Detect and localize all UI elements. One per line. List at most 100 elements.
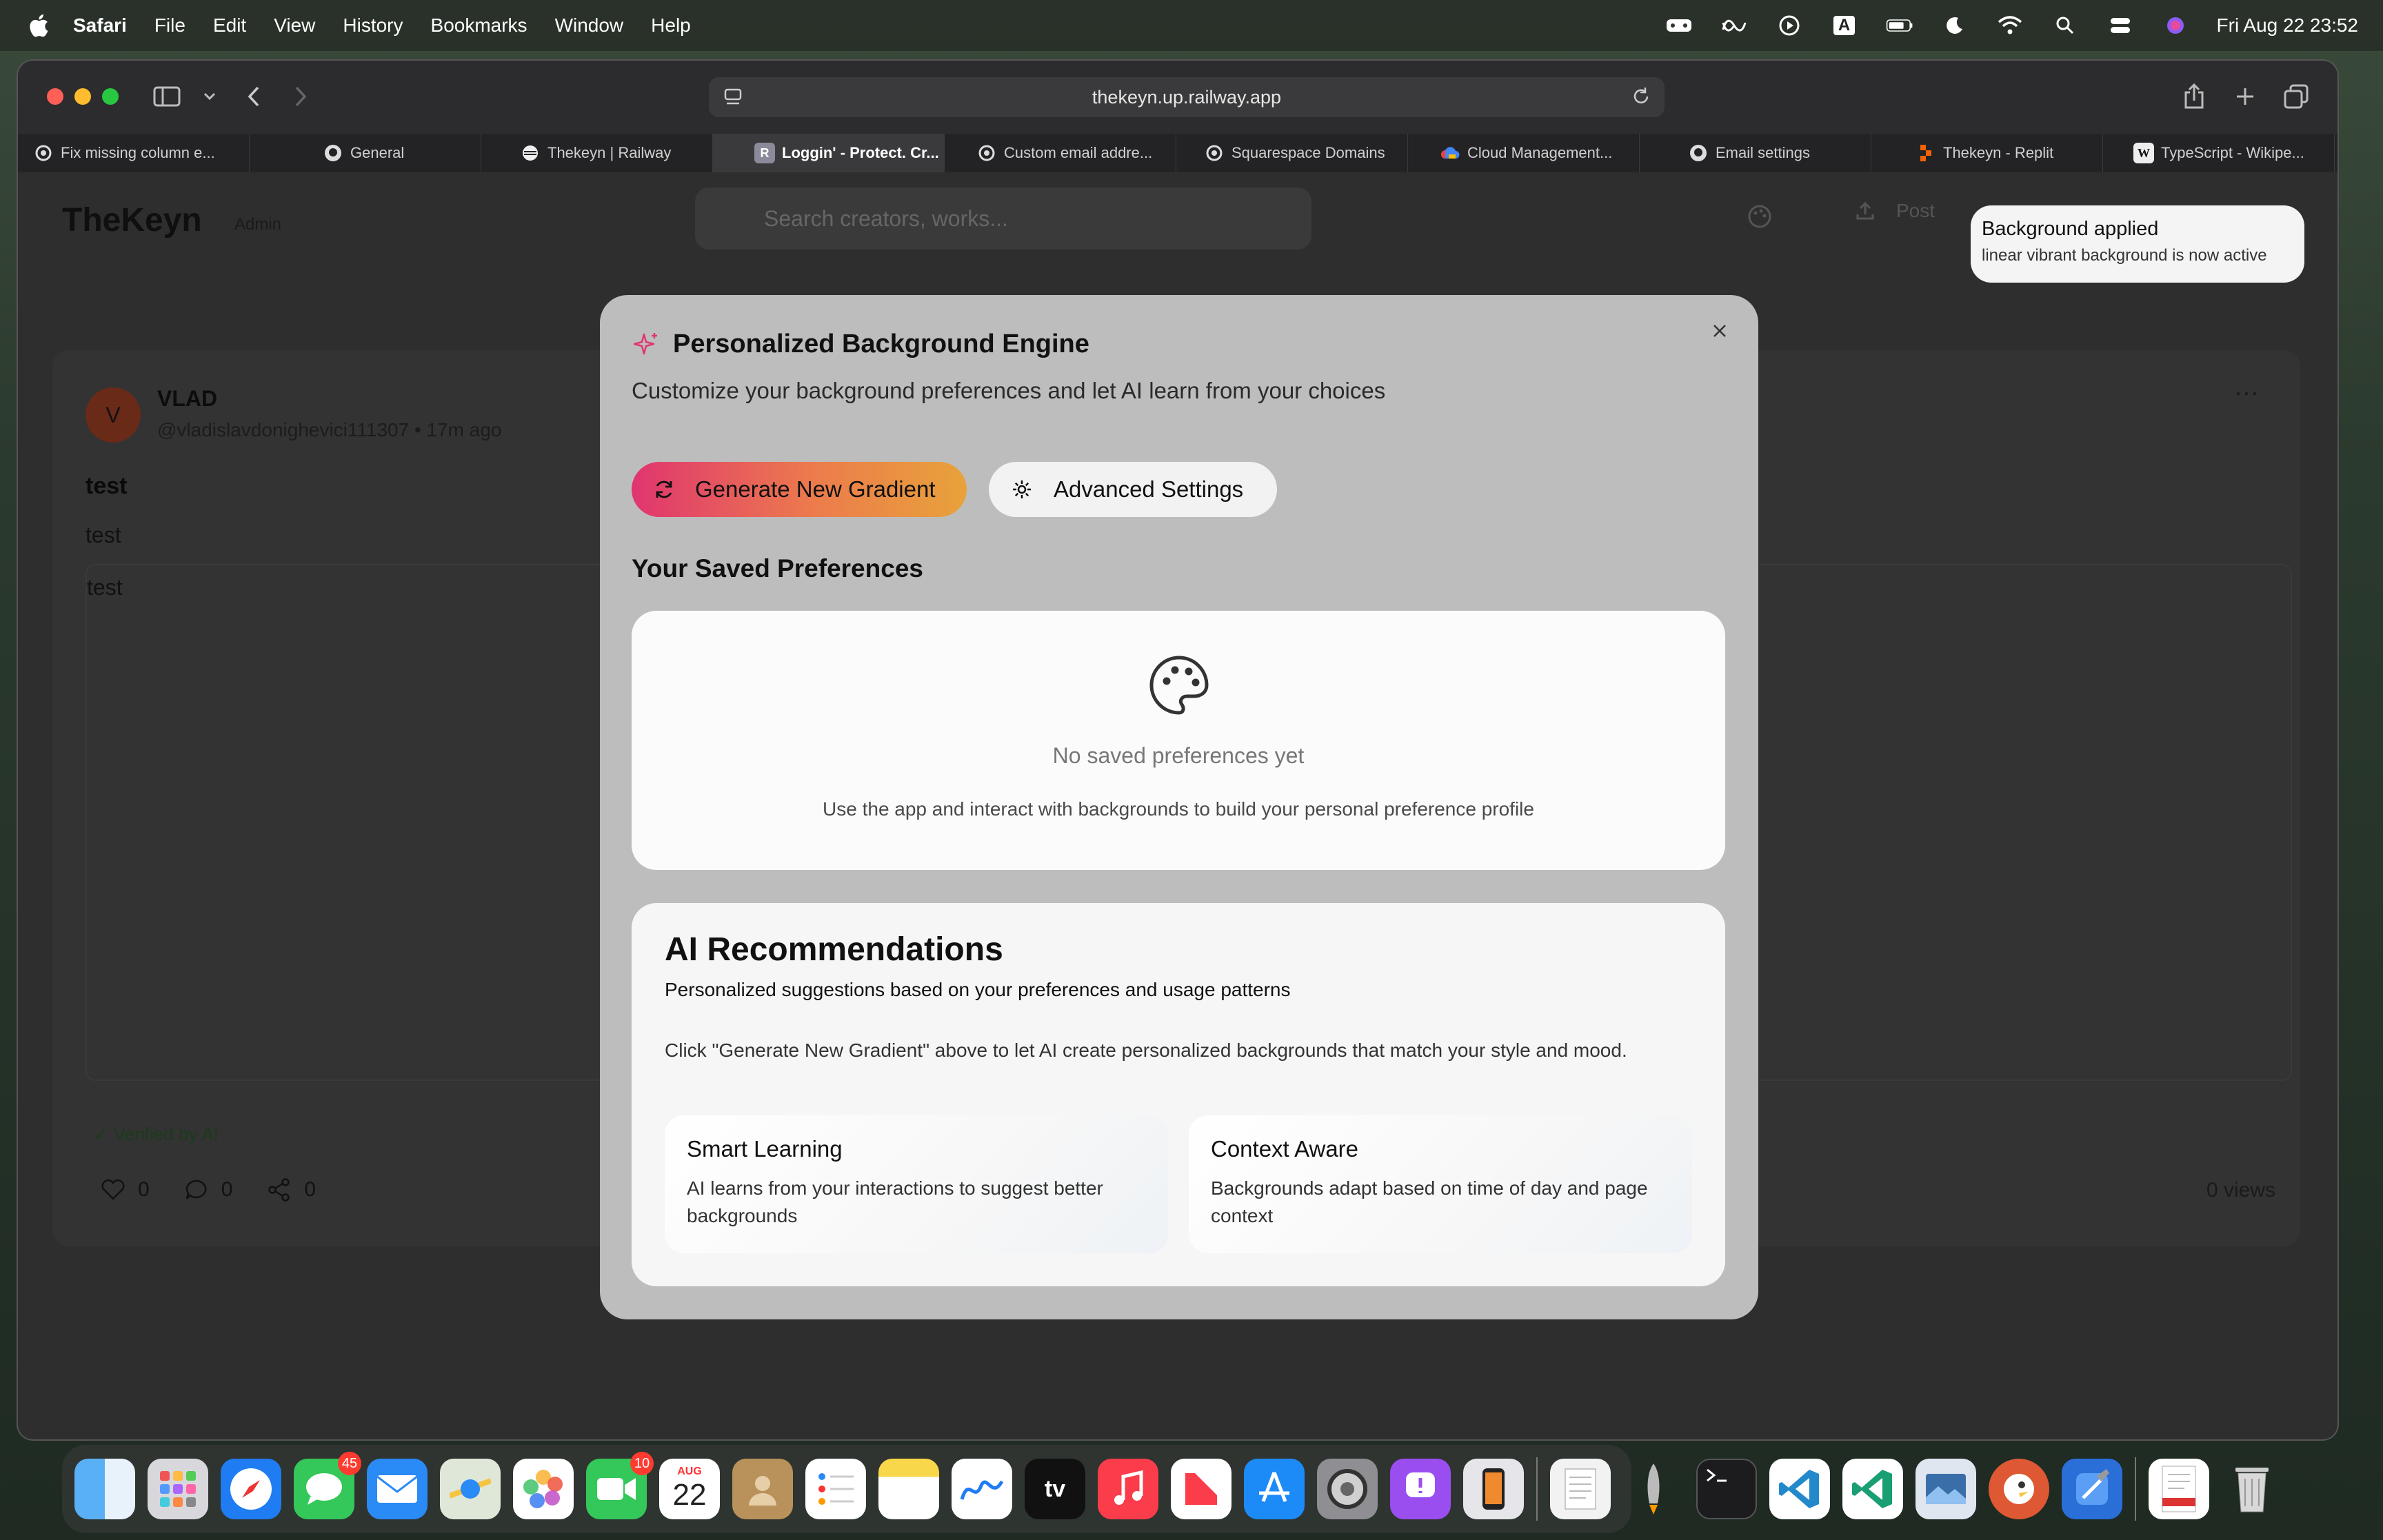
share-button[interactable]: 0 (267, 1177, 316, 1202)
menu-window[interactable]: Window (555, 14, 624, 37)
terminal-icon[interactable] (1696, 1459, 1757, 1519)
menu-edit[interactable]: Edit (213, 14, 246, 37)
system-settings-icon[interactable] (1317, 1459, 1378, 1519)
tab-cloud-management[interactable]: Cloud Management... (1408, 134, 1640, 172)
tab-fix-missing-column[interactable]: Fix missing column e... (18, 134, 250, 172)
menu-file[interactable]: File (154, 14, 185, 37)
share-icon[interactable] (2179, 81, 2209, 112)
spotlight-search-icon[interactable] (2051, 14, 2079, 37)
vscode-insiders-icon[interactable] (1842, 1459, 1903, 1519)
music-icon[interactable] (1098, 1459, 1158, 1519)
tab-custom-email[interactable]: Custom email addre... (945, 134, 1176, 172)
generate-gradient-button[interactable]: Generate New Gradient (632, 462, 967, 517)
forward-arrow-icon[interactable] (285, 81, 316, 112)
tab-typescript-wikipedia[interactable]: W TypeScript - Wikipe... (2103, 134, 2335, 172)
like-count: 0 (138, 1178, 150, 1201)
play-circle-icon[interactable] (1776, 14, 1803, 37)
apple-tv-icon[interactable]: tv (1025, 1459, 1085, 1519)
sidebar-toggle-icon[interactable] (152, 81, 182, 112)
freeform-icon[interactable] (952, 1459, 1012, 1519)
preview-icon[interactable] (1916, 1459, 1976, 1519)
mail-icon[interactable] (367, 1459, 428, 1519)
feature-description: AI learns from your interactions to sugg… (687, 1177, 1103, 1226)
comment-button[interactable]: 0 (184, 1177, 233, 1202)
iphone-mirroring-icon[interactable] (1463, 1459, 1524, 1519)
close-icon[interactable] (1706, 317, 1733, 345)
tab-squarespace-domains[interactable]: Squarespace Domains (1176, 134, 1408, 172)
wifi-icon[interactable] (1996, 14, 2024, 37)
reminders-icon[interactable] (805, 1459, 866, 1519)
openai-icon (976, 143, 997, 163)
share-count: 0 (304, 1178, 316, 1201)
tab-email-settings[interactable]: Email settings (1640, 134, 1871, 172)
menu-clock[interactable]: Fri Aug 22 23:52 (2217, 14, 2358, 37)
calendar-month: AUG (677, 1466, 702, 1477)
menu-view[interactable]: View (274, 14, 315, 37)
tab-thekeyn-replit[interactable]: Thekeyn - Replit (1871, 134, 2103, 172)
tab-general[interactable]: General (250, 134, 481, 172)
window-close-button[interactable] (47, 88, 63, 105)
more-options-icon[interactable]: ··· (2234, 378, 2259, 407)
page-settings-icon[interactable] (723, 87, 743, 112)
photos-icon[interactable] (513, 1459, 574, 1519)
facetime-icon[interactable]: 10 (586, 1452, 654, 1519)
ai-recommendations-subtitle: Personalized suggestions based on your p… (665, 979, 1291, 1000)
window-minimize-button[interactable] (74, 88, 91, 105)
avatar[interactable]: V (86, 387, 141, 443)
battery-icon[interactable] (1886, 14, 1913, 37)
messages-icon[interactable]: 45 (294, 1452, 361, 1519)
advanced-settings-button[interactable]: Advanced Settings (989, 462, 1277, 517)
window-zoom-button[interactable] (102, 88, 119, 105)
duckduckgo-icon[interactable] (1989, 1459, 2049, 1519)
tab-overview-icon[interactable] (2281, 81, 2311, 112)
pdf-document-icon[interactable] (2149, 1459, 2209, 1519)
maps-icon[interactable] (440, 1459, 501, 1519)
feedback-icon[interactable] (1390, 1459, 1451, 1519)
rocket-icon[interactable] (1623, 1459, 1684, 1519)
finder-icon[interactable] (74, 1459, 135, 1519)
control-center-icon[interactable] (2107, 14, 2134, 37)
google-cloud-icon (1440, 143, 1460, 163)
vscode-icon[interactable] (1769, 1459, 1830, 1519)
notes-icon[interactable] (878, 1459, 939, 1519)
ai-recommendations-title: AI Recommendations (665, 931, 1003, 968)
author-name[interactable]: VLAD (157, 386, 217, 412)
tab-thekeyn-railway[interactable]: Thekeyn | Railway (481, 134, 713, 172)
app-store-icon[interactable] (1244, 1459, 1305, 1519)
menu-history[interactable]: History (343, 14, 403, 37)
menu-app-name[interactable]: Safari (73, 14, 127, 37)
back-arrow-icon[interactable] (239, 81, 269, 112)
like-button[interactable]: 0 (101, 1177, 150, 1202)
address-bar[interactable]: thekeyn.up.railway.app (709, 77, 1665, 117)
news-icon[interactable] (1171, 1459, 1231, 1519)
site-logo-title[interactable]: TheKeyn (62, 201, 202, 239)
xcode-icon[interactable] (2062, 1459, 2122, 1519)
upload-icon (1856, 201, 1874, 220)
palette-icon[interactable] (1746, 203, 1773, 234)
apple-logo-icon[interactable] (26, 12, 50, 39)
calendar-icon[interactable]: AUG 22 (659, 1459, 720, 1519)
site-search-input[interactable]: Search creators, works... (695, 188, 1311, 250)
empty-state-title: No saved preferences yet (1052, 743, 1305, 768)
chevron-down-icon[interactable] (194, 81, 225, 112)
focus-moon-icon[interactable] (1941, 14, 1969, 37)
input-source-icon[interactable]: A (1831, 14, 1858, 37)
admin-badge: Admin (234, 215, 282, 234)
contacts-icon[interactable] (732, 1459, 793, 1519)
safari-icon[interactable] (221, 1459, 281, 1519)
comment-count: 0 (221, 1178, 233, 1201)
empty-state-description: Use the app and interact with background… (823, 798, 1534, 820)
menu-help[interactable]: Help (651, 14, 691, 37)
reload-icon[interactable] (1630, 85, 1652, 112)
meta-icon[interactable] (1720, 14, 1748, 37)
post-button[interactable]: Post (1855, 200, 1935, 222)
game-controller-icon[interactable] (1665, 14, 1693, 37)
trash-icon[interactable] (2222, 1459, 2282, 1519)
openai-icon (33, 143, 54, 163)
tab-loggin-protect[interactable]: R Loggin' - Protect. Cr... (713, 134, 945, 172)
siri-icon[interactable] (2162, 14, 2189, 37)
launchpad-icon[interactable] (148, 1459, 208, 1519)
menu-bookmarks[interactable]: Bookmarks (431, 14, 527, 37)
new-tab-plus-icon[interactable] (2230, 81, 2260, 112)
textedit-icon[interactable] (1550, 1459, 1611, 1519)
